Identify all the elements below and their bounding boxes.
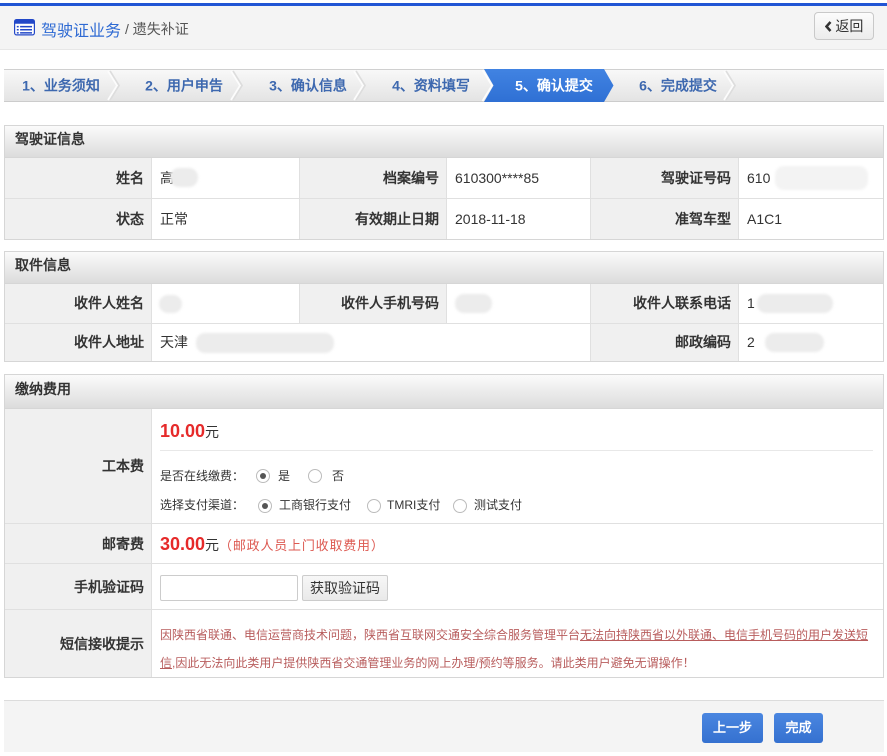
svg-text:4、资料填写: 4、资料填写 [392,78,470,94]
svg-text:6、完成提交: 6、完成提交 [639,78,717,94]
svg-text:2、用户申告: 2、用户申告 [145,78,223,94]
svg-text:3、确认信息: 3、确认信息 [269,78,347,94]
svg-text:1、业务须知: 1、业务须知 [22,78,100,94]
svg-text:5、确认提交: 5、确认提交 [515,78,593,94]
